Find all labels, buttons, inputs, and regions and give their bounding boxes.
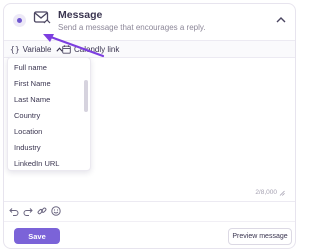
link-icon[interactable] xyxy=(37,206,47,216)
collapse-chevron-icon[interactable] xyxy=(276,16,286,23)
variable-option[interactable]: Full name xyxy=(14,63,47,72)
footer-divider xyxy=(4,221,295,222)
emoji-icon[interactable] xyxy=(51,206,61,216)
braces-icon: {} xyxy=(10,44,20,54)
redo-icon[interactable] xyxy=(23,206,33,216)
variable-option[interactable]: LinkedIn URL xyxy=(14,159,59,168)
dropdown-scrollbar[interactable] xyxy=(84,80,88,112)
variable-option[interactable]: Location xyxy=(14,127,42,136)
variable-option[interactable]: Industry xyxy=(14,143,41,152)
save-button[interactable]: Save xyxy=(14,228,60,244)
undo-icon[interactable] xyxy=(9,206,19,216)
annotation-arrow xyxy=(43,34,105,58)
char-count: 2/8,000 xyxy=(255,189,277,196)
variable-option[interactable]: Last Name xyxy=(14,95,50,104)
message-icon xyxy=(33,11,51,24)
resize-icon[interactable] xyxy=(279,190,285,196)
character-counter: 2/8,000 xyxy=(255,189,285,196)
variable-dropdown: Full name First Name Last Name Country L… xyxy=(7,57,91,171)
step-title: Message xyxy=(58,9,103,21)
editor-divider xyxy=(4,201,295,202)
preview-message-button[interactable]: Preview message xyxy=(228,228,292,245)
variable-option[interactable]: First Name xyxy=(14,79,51,88)
variable-option[interactable]: Country xyxy=(14,111,40,120)
step-radio[interactable] xyxy=(13,14,26,27)
